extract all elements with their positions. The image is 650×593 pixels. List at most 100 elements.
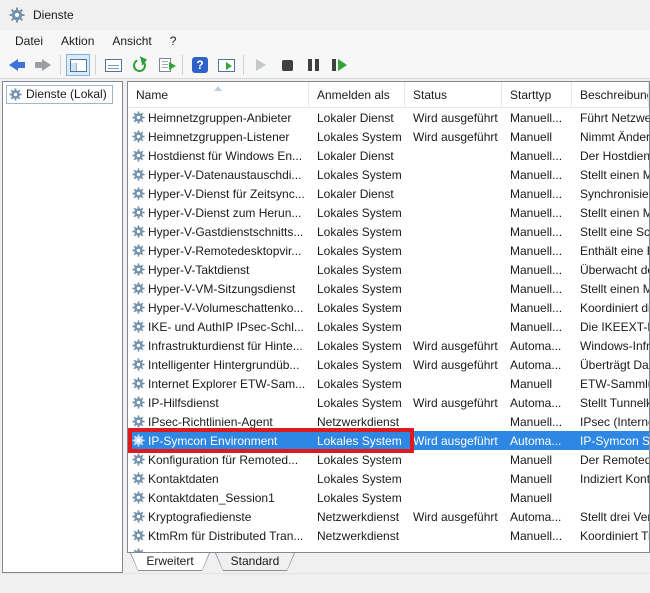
tree-item-label: Dienste (Lokal)	[26, 87, 107, 101]
extended-view-icon[interactable]	[214, 54, 238, 76]
table-row[interactable]: Hyper-V-Remotedesktopvir... Lokales Syst…	[128, 241, 649, 260]
table-row[interactable]: Hyper-V-VM-Sitzungsdienst Lokales System…	[128, 279, 649, 298]
stop-service-icon[interactable]	[275, 54, 299, 76]
table-row[interactable]: Hyper-V-Volumeschattenko... Lokales Syst…	[128, 298, 649, 317]
forward-icon[interactable]	[31, 54, 55, 76]
service-starttype: Automa...	[502, 434, 572, 448]
table-row[interactable]: Kryptografiedienste Netzwerkdienst Wird …	[128, 507, 649, 526]
service-gear-icon	[132, 434, 145, 447]
table-row[interactable]: Heimnetzgruppen-Anbieter Lokaler Dienst …	[128, 108, 649, 127]
tab-standard[interactable]: Standard	[215, 553, 295, 571]
service-logon-as: Lokales System	[309, 225, 405, 239]
table-row[interactable]: IP-Hilfsdienst Lokales System Wird ausge…	[128, 393, 649, 412]
table-row[interactable]: Hyper-V-Datenaustauschdi... Lokales Syst…	[128, 165, 649, 184]
service-gear-icon	[132, 225, 145, 238]
service-starttype: Manuell	[502, 130, 572, 144]
menu-ansicht[interactable]: Ansicht	[103, 32, 160, 50]
service-description: Nimmt Änder...	[572, 130, 649, 144]
toolbar-separator	[243, 55, 244, 75]
service-description: Stellt drei Ver...	[572, 510, 649, 524]
service-starttype: Manuell	[502, 377, 572, 391]
table-row[interactable]: Kontaktdaten_Session1 Lokales System Man…	[128, 488, 649, 507]
menu-aktion[interactable]: Aktion	[52, 32, 103, 50]
restart-service-icon[interactable]	[327, 54, 351, 76]
table-row-partial[interactable]	[128, 545, 649, 552]
service-starttype: Manuell...	[502, 111, 572, 125]
service-name: Kryptografiedienste	[148, 510, 251, 524]
service-starttype: Manuell...	[502, 206, 572, 220]
service-name: IKE- und AuthIP IPsec-Schl...	[148, 320, 304, 334]
table-row[interactable]: Hyper-V-Dienst zum Herun... Lokales Syst…	[128, 203, 649, 222]
toolbar-separator	[182, 55, 183, 75]
tree-item-dienste-lokal[interactable]: Dienste (Lokal)	[6, 85, 113, 104]
show-console-tree-icon[interactable]	[66, 54, 90, 76]
table-row[interactable]: Intelligenter Hintergrundüb... Lokales S…	[128, 355, 649, 374]
service-description: Indiziert Kont...	[572, 472, 649, 486]
service-name: Hyper-V-Taktdienst	[148, 263, 249, 277]
export-list-icon[interactable]	[153, 54, 177, 76]
service-logon-as: Lokales System	[309, 320, 405, 334]
table-row[interactable]: IPsec-Richtlinien-Agent Netzwerkdienst M…	[128, 412, 649, 431]
refresh-icon[interactable]	[127, 54, 151, 76]
start-service-icon[interactable]	[249, 54, 273, 76]
table-row[interactable]: Hostdienst für Windows En... Lokaler Die…	[128, 146, 649, 165]
service-starttype: Manuell...	[502, 263, 572, 277]
table-row[interactable]: IP-Symcon Environment Lokales System Wir…	[128, 431, 649, 450]
help-icon[interactable]: ?	[188, 54, 212, 76]
service-description: IPsec (Interne...	[572, 415, 649, 429]
properties-icon[interactable]	[101, 54, 125, 76]
table-row[interactable]: Hyper-V-Gastdienstschnitts... Lokales Sy…	[128, 222, 649, 241]
menubar: Datei Aktion Ansicht ?	[0, 30, 650, 52]
menu-help[interactable]: ?	[161, 32, 186, 50]
service-logon-as: Lokales System	[309, 472, 405, 486]
table-row[interactable]: Infrastrukturdienst für Hinte... Lokales…	[128, 336, 649, 355]
service-gear-icon	[132, 491, 145, 504]
service-starttype: Manuell...	[502, 529, 572, 543]
service-status: Wird ausgeführt	[405, 434, 502, 448]
column-header-status[interactable]: Status	[405, 82, 502, 107]
table-row[interactable]: IKE- und AuthIP IPsec-Schl... Lokales Sy…	[128, 317, 649, 336]
table-row[interactable]: Kontaktdaten Lokales System Manuell Indi…	[128, 469, 649, 488]
column-header-beschreibung[interactable]: Beschreibung	[572, 82, 649, 107]
service-starttype: Manuell...	[502, 149, 572, 163]
service-status: Wird ausgeführt	[405, 111, 502, 125]
service-gear-icon	[132, 168, 145, 181]
pause-service-icon[interactable]	[301, 54, 325, 76]
menu-datei[interactable]: Datei	[6, 32, 52, 50]
services-gear-icon	[9, 7, 25, 23]
service-description: Der Hostdien...	[572, 149, 649, 163]
tab-erweitert[interactable]: Erweitert	[130, 553, 210, 571]
service-gear-icon	[132, 339, 145, 352]
service-description: Die IKEEXT-Di...	[572, 320, 649, 334]
toolbar: ?	[0, 52, 650, 79]
service-name: Heimnetzgruppen-Listener	[148, 130, 289, 144]
service-status: Wird ausgeführt	[405, 339, 502, 353]
service-gear-icon	[132, 244, 145, 257]
service-name: Kontaktdaten_Session1	[148, 491, 275, 505]
service-status: Wird ausgeführt	[405, 510, 502, 524]
table-row[interactable]: Internet Explorer ETW-Sam... Lokales Sys…	[128, 374, 649, 393]
table-row[interactable]: Konfiguration für Remoted... Lokales Sys…	[128, 450, 649, 469]
table-row[interactable]: Hyper-V-Taktdienst Lokales System Manuel…	[128, 260, 649, 279]
table-row[interactable]: Hyper-V-Dienst für Zeitsync... Lokaler D…	[128, 184, 649, 203]
table-row[interactable]: KtmRm für Distributed Tran... Netzwerkdi…	[128, 526, 649, 545]
service-name: Hyper-V-Dienst für Zeitsync...	[148, 187, 305, 201]
back-icon[interactable]	[5, 54, 29, 76]
service-gear-icon	[132, 510, 145, 523]
service-name: Hyper-V-Datenaustauschdi...	[148, 168, 301, 182]
service-starttype: Manuell...	[502, 415, 572, 429]
toolbar-separator	[95, 55, 96, 75]
service-name: Hyper-V-Volumeschattenko...	[148, 301, 303, 315]
service-starttype: Automa...	[502, 358, 572, 372]
service-gear-icon	[132, 377, 145, 390]
service-gear-icon	[132, 396, 145, 409]
column-header-anmelden-als[interactable]: Anmelden als	[309, 82, 405, 107]
table-rows: Heimnetzgruppen-Anbieter Lokaler Dienst …	[128, 108, 649, 552]
service-name: IPsec-Richtlinien-Agent	[148, 415, 273, 429]
service-name: Hyper-V-Remotedesktopvir...	[148, 244, 301, 258]
service-description: IP-Symcon S...	[572, 434, 649, 448]
service-description: Stellt eine Sch...	[572, 225, 649, 239]
table-row[interactable]: Heimnetzgruppen-Listener Lokales System …	[128, 127, 649, 146]
service-logon-as: Lokales System	[309, 168, 405, 182]
column-header-starttyp[interactable]: Starttyp	[502, 82, 572, 107]
